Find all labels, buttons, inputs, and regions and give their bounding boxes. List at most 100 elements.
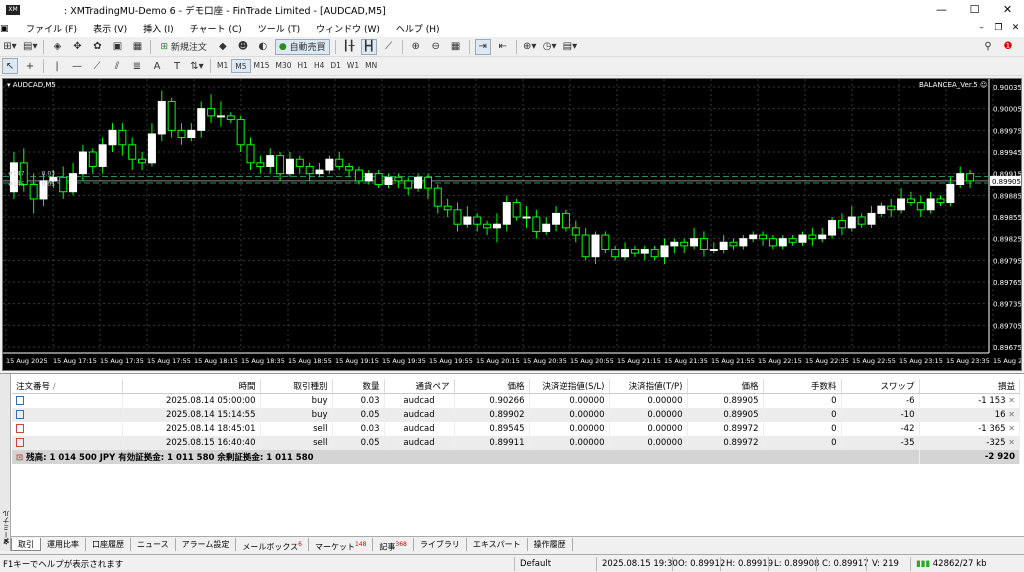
col-price[interactable]: 価格 bbox=[454, 379, 530, 394]
arrows-icon[interactable]: ⇅▾ bbox=[189, 58, 205, 74]
navigator-icon[interactable]: ✿ bbox=[89, 39, 105, 55]
cursor-icon[interactable]: ↖ bbox=[2, 58, 18, 74]
timeframe-h1[interactable]: H1 bbox=[295, 59, 311, 73]
mdi-minimize-button[interactable]: – bbox=[973, 20, 990, 37]
price-chart[interactable]: 0.900350.900050.899750.899450.899150.898… bbox=[3, 79, 1021, 370]
terminal-side-tab[interactable]: ✕ ターミナル bbox=[0, 374, 11, 551]
tab-7[interactable]: 記事368 bbox=[373, 537, 414, 551]
text-icon[interactable]: A bbox=[149, 58, 165, 74]
close-order-icon[interactable]: ✕ bbox=[1008, 410, 1015, 419]
close-order-icon[interactable]: ✕ bbox=[1008, 424, 1015, 433]
menu-view[interactable]: 表示 (V) bbox=[85, 22, 135, 35]
candle-body bbox=[552, 212, 561, 225]
templates-icon[interactable]: ▤▾ bbox=[562, 39, 578, 55]
trendline-icon[interactable]: ⟋ bbox=[89, 58, 105, 74]
col-symbol[interactable]: 通貨ペア bbox=[384, 379, 455, 394]
search-icon[interactable]: ⚲ bbox=[980, 39, 996, 55]
timeframe-w1[interactable]: W1 bbox=[344, 59, 362, 73]
timeframe-mn[interactable]: MN bbox=[362, 59, 380, 73]
timeframe-m5[interactable]: M5 bbox=[231, 59, 251, 73]
candle-body bbox=[621, 249, 630, 258]
tab-5[interactable]: メールボックス6 bbox=[236, 537, 309, 551]
col-order[interactable]: 注文番号 ∕ bbox=[12, 379, 123, 394]
timeframe-h4[interactable]: H4 bbox=[311, 59, 327, 73]
candle-body bbox=[591, 234, 600, 258]
col-commission[interactable]: 手数料 bbox=[763, 379, 842, 394]
menu-file[interactable]: ファイル (F) bbox=[18, 22, 85, 35]
notification-icon[interactable]: ❶ bbox=[1000, 39, 1016, 55]
menu-window[interactable]: ウィンドウ (W) bbox=[308, 22, 388, 35]
candle-body bbox=[374, 173, 383, 185]
channel-icon[interactable]: ⫽ bbox=[109, 58, 125, 74]
chart-window[interactable]: 0.90035 0.90005 0.89975 0.89945 0.89915 0.898… bbox=[2, 78, 1022, 371]
col-tp[interactable]: 決済指値(T/P) bbox=[609, 379, 688, 394]
col-sl[interactable]: 決済逆指値(S/L) bbox=[529, 379, 610, 394]
label-icon[interactable]: T bbox=[169, 58, 185, 74]
close-order-icon[interactable]: ✕ bbox=[1008, 438, 1015, 447]
bar-chart-icon[interactable]: ┃╂ bbox=[341, 39, 357, 55]
tab-2[interactable]: 口座履歴 bbox=[86, 537, 131, 551]
close-order-icon[interactable]: ✕ bbox=[1008, 396, 1015, 405]
tester-icon[interactable]: ▦ bbox=[129, 39, 145, 55]
col-volume[interactable]: 数量 bbox=[332, 379, 385, 394]
col-profit[interactable]: 損益 bbox=[919, 379, 1020, 394]
tab-1[interactable]: 運用比率 bbox=[41, 537, 86, 551]
mdi-restore-button[interactable]: ❐ bbox=[990, 20, 1007, 37]
chart-shift-icon[interactable]: ⇤ bbox=[495, 39, 511, 55]
tab-4[interactable]: アラーム設定 bbox=[176, 537, 237, 551]
menu-chart[interactable]: チャート (C) bbox=[182, 22, 250, 35]
timeframe-m1[interactable]: M1 bbox=[214, 59, 231, 73]
doc-icon[interactable]: ▣ bbox=[0, 24, 18, 34]
maximize-button[interactable]: ☐ bbox=[958, 0, 991, 20]
profiles-icon[interactable]: ▤▾ bbox=[22, 39, 38, 55]
zoom-in-icon[interactable]: ⊕ bbox=[408, 39, 424, 55]
order-row[interactable]: 2025.08.14 05:00:00 buy 0.03 audcad 0.90… bbox=[12, 393, 1020, 408]
mdi-close-button[interactable]: ✕ bbox=[1007, 20, 1024, 37]
menu-tools[interactable]: ツール (T) bbox=[250, 22, 308, 35]
data-window-icon[interactable]: ✥ bbox=[69, 39, 85, 55]
buy-order-icon bbox=[16, 409, 24, 419]
auto-trading-button[interactable]: ● 自動売買 bbox=[274, 38, 330, 55]
menu-help[interactable]: ヘルプ (H) bbox=[388, 22, 448, 35]
metaeditor-icon[interactable]: ◆ bbox=[215, 39, 231, 55]
tab-10[interactable]: 操作履歴 bbox=[528, 537, 573, 551]
timeframe-m30[interactable]: M30 bbox=[273, 59, 295, 73]
order-row[interactable]: 2025.08.15 16:40:40 sell 0.05 audcad 0.8… bbox=[12, 435, 1020, 450]
line-chart-icon[interactable]: ⟋ bbox=[381, 39, 397, 55]
col-current-price[interactable]: 価格 bbox=[687, 379, 764, 394]
col-time[interactable]: 時間 bbox=[122, 379, 261, 394]
zoom-out-icon[interactable]: ⊖ bbox=[428, 39, 444, 55]
tab-0[interactable]: 取引 bbox=[11, 537, 41, 551]
order-row[interactable]: 2025.08.14 18:45:01 sell 0.03 audcad 0.8… bbox=[12, 421, 1020, 436]
new-order-button[interactable]: ⊞ 新規注文 bbox=[156, 39, 210, 55]
time-tick-label: 15 Aug 20:35 bbox=[523, 357, 567, 365]
market-watch-icon[interactable]: ◈ bbox=[49, 39, 65, 55]
horizontal-line-icon[interactable]: — bbox=[69, 58, 85, 74]
crosshair-icon[interactable]: + bbox=[22, 58, 38, 74]
autoscroll-icon[interactable]: ⇥ bbox=[474, 38, 491, 55]
candle-body bbox=[719, 241, 728, 250]
indicators-icon[interactable]: ⊕▾ bbox=[522, 39, 538, 55]
chat-icon[interactable]: ☻ bbox=[235, 39, 251, 55]
col-type[interactable]: 取引種別 bbox=[260, 379, 333, 394]
tile-windows-icon[interactable]: ▦ bbox=[448, 39, 464, 55]
minimize-button[interactable]: — bbox=[925, 0, 958, 20]
vertical-line-icon[interactable]: | bbox=[49, 58, 65, 74]
tab-8[interactable]: ライブラリ bbox=[414, 537, 467, 551]
candle-body bbox=[463, 216, 472, 225]
col-swap[interactable]: スワップ bbox=[841, 379, 920, 394]
tab-6[interactable]: マーケット148 bbox=[309, 537, 374, 551]
new-chart-icon[interactable]: ⊞▾ bbox=[2, 39, 18, 55]
terminal-icon[interactable]: ▣ bbox=[109, 39, 125, 55]
fibonacci-icon[interactable]: ≣ bbox=[129, 58, 145, 74]
order-row[interactable]: 2025.08.14 15:14:55 buy 0.05 audcad 0.89… bbox=[12, 407, 1020, 422]
timeframe-d1[interactable]: D1 bbox=[327, 59, 344, 73]
menu-insert[interactable]: 挿入 (I) bbox=[135, 22, 182, 35]
periods-icon[interactable]: ◷▾ bbox=[542, 39, 558, 55]
candlestick-icon[interactable]: ┣┫ bbox=[360, 38, 377, 55]
close-button[interactable]: ✕ bbox=[991, 0, 1024, 20]
signals-icon[interactable]: ◐ bbox=[255, 39, 271, 55]
timeframe-m15[interactable]: M15 bbox=[251, 59, 273, 73]
tab-3[interactable]: ニュース bbox=[131, 537, 176, 551]
tab-9[interactable]: エキスパート bbox=[467, 537, 528, 551]
